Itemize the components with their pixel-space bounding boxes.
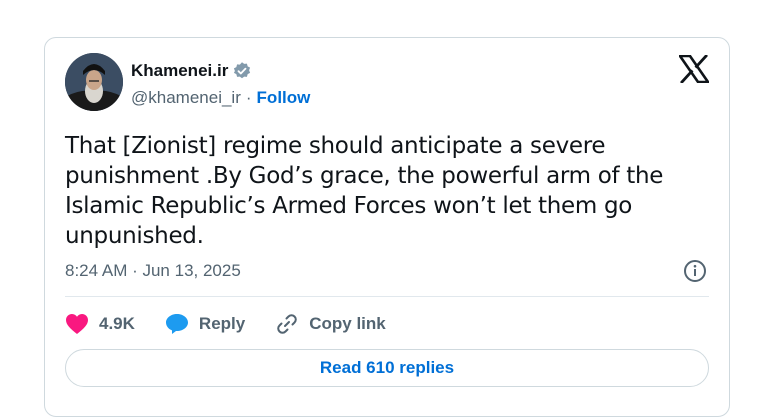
reply-bubble-icon	[165, 314, 188, 334]
action-bar: 4.9K Reply Copy link	[65, 310, 416, 338]
like-button[interactable]: 4.9K	[65, 313, 135, 335]
display-name[interactable]: Khamenei.ir	[131, 61, 228, 81]
reply-button[interactable]: Reply	[165, 313, 245, 335]
read-replies-button[interactable]: Read 610 replies	[65, 349, 709, 387]
heart-icon	[66, 314, 88, 334]
handle-row: @khamenei_ir · Follow	[131, 88, 310, 108]
avatar-portrait-icon	[65, 53, 123, 111]
separator-dot: ·	[245, 88, 252, 107]
name-row: Khamenei.ir	[131, 60, 310, 82]
info-icon[interactable]	[683, 259, 707, 283]
tweet-timestamp[interactable]: 8:24 AM · Jun 13, 2025	[65, 261, 241, 281]
tweet-card: Khamenei.ir @khamenei_ir · Follow That […	[44, 37, 730, 417]
avatar[interactable]	[65, 53, 123, 111]
reply-label: Reply	[198, 314, 246, 333]
link-icon	[277, 314, 297, 334]
tweet-text: That [Zionist] regime should anticipate …	[65, 133, 664, 249]
user-handle[interactable]: @khamenei_ir	[131, 88, 241, 108]
x-logo-icon[interactable]	[677, 54, 711, 84]
copy-link-button[interactable]: Copy link	[275, 312, 386, 336]
like-count: 4.9K	[99, 314, 135, 333]
divider	[65, 296, 709, 297]
copy-link-label: Copy link	[309, 314, 386, 333]
author-block: Khamenei.ir @khamenei_ir · Follow	[131, 60, 310, 108]
follow-button[interactable]: Follow	[257, 88, 311, 108]
verified-badge-icon	[232, 61, 252, 81]
